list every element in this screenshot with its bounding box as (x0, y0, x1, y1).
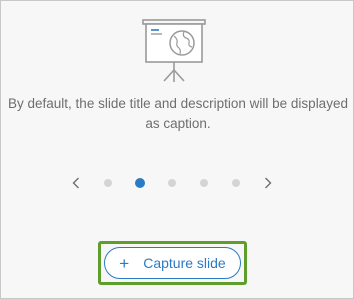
presentation-easel-globe-icon (140, 18, 208, 84)
chevron-left-icon[interactable] (69, 174, 83, 192)
pager-dot[interactable] (104, 179, 112, 187)
slide-pager (1, 172, 354, 194)
slide-panel: By default, the slide title and descript… (0, 0, 354, 299)
plus-icon: + (119, 253, 130, 273)
chevron-right-icon[interactable] (261, 174, 275, 192)
capture-slide-button[interactable]: + Capture slide (104, 247, 241, 279)
pager-dot[interactable] (232, 179, 240, 187)
pager-dot[interactable] (200, 179, 208, 187)
caption-hint-text: By default, the slide title and descript… (8, 96, 348, 131)
pager-dot-active[interactable] (135, 178, 145, 188)
capture-slide-label: Capture slide (143, 254, 226, 271)
pager-dot[interactable] (168, 179, 176, 187)
